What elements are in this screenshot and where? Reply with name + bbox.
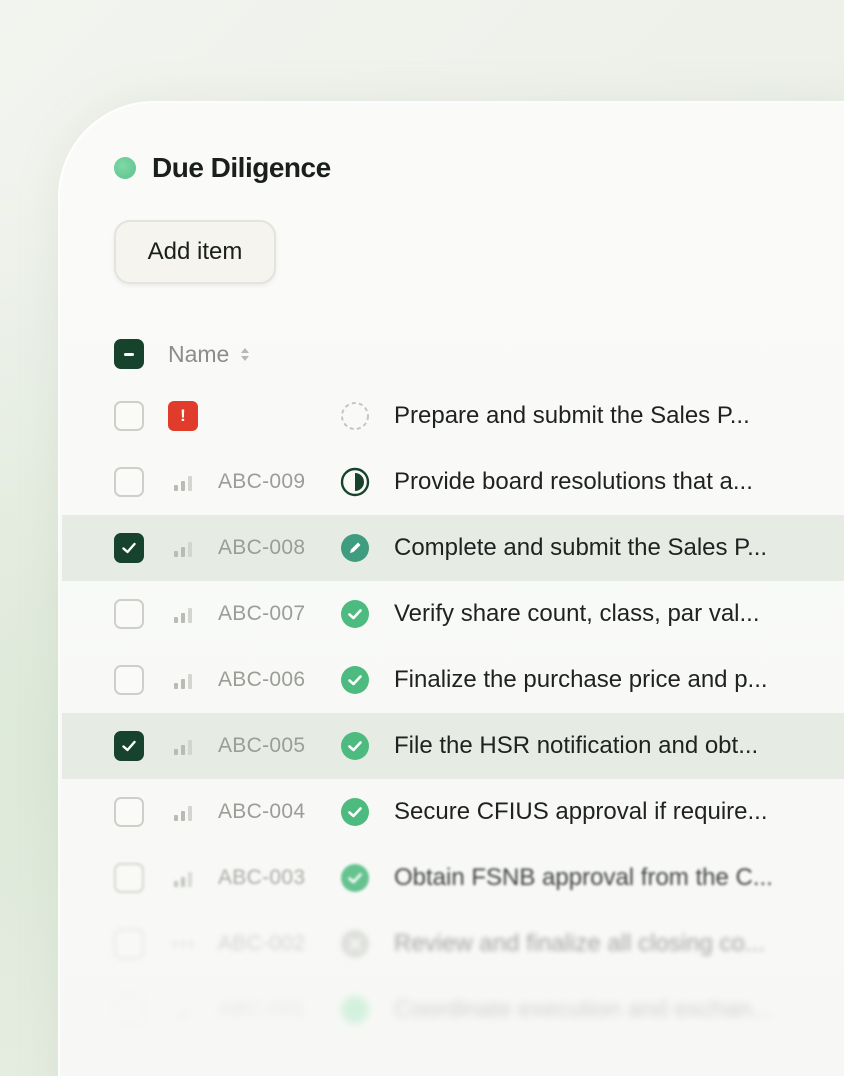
medium-priority-icon[interactable] <box>168 863 198 893</box>
row-checkbox[interactable] <box>114 467 144 497</box>
project-status-dot <box>114 157 136 179</box>
task-id: ABC-005 <box>218 734 306 757</box>
table-row[interactable]: ABC-002 Review and finalize all closing c… <box>62 911 844 977</box>
medium-priority-icon[interactable] <box>168 599 198 629</box>
table-row[interactable]: ABC-009 Provide board resolutions that a.… <box>62 449 844 515</box>
task-list: ! Prepare and submit the Sales P... ABC-00… <box>62 383 844 1043</box>
task-id: ABC-002 <box>218 932 306 955</box>
row-checkbox[interactable] <box>114 401 144 431</box>
task-id: ABC-006 <box>218 668 306 691</box>
urgent-glyph: ! <box>180 406 186 425</box>
done-status-icon[interactable] <box>340 599 370 629</box>
task-title[interactable]: Review and finalize all closing co... <box>394 930 765 958</box>
done-status-icon[interactable] <box>340 731 370 761</box>
table-row[interactable]: ABC-006 Finalize the purchase price and p… <box>62 647 844 713</box>
done-status-icon[interactable] <box>340 665 370 695</box>
task-id: ABC-003 <box>218 866 306 889</box>
table-row[interactable]: ABC-003 Obtain FSNB approval from the C..… <box>62 845 844 911</box>
table-row[interactable]: ABC-008 Complete and submit the Sales P..… <box>62 515 844 581</box>
low-priority-icon[interactable] <box>168 995 198 1025</box>
task-title[interactable]: Provide board resolutions that a... <box>394 468 753 496</box>
row-checkbox[interactable] <box>114 929 144 959</box>
task-title[interactable]: File the HSR notification and obt... <box>394 732 758 760</box>
done-green-status-icon[interactable] <box>340 995 370 1025</box>
medium-priority-icon[interactable] <box>168 533 198 563</box>
row-checkbox[interactable] <box>114 995 144 1025</box>
table-header: Name <box>114 338 250 370</box>
task-title[interactable]: Finalize the purchase price and p... <box>394 666 768 694</box>
task-id: ABC-009 <box>218 470 306 493</box>
task-title[interactable]: Verify share count, class, par val... <box>394 600 760 628</box>
select-all-checkbox[interactable] <box>114 339 144 369</box>
table-row[interactable]: ! Prepare and submit the Sales P... <box>62 383 844 449</box>
table-row[interactable]: ABC-007 Verify share count, class, par va… <box>62 581 844 647</box>
task-title[interactable]: Coordinate execution and exchan... <box>394 996 772 1024</box>
in-review-status-icon[interactable] <box>340 533 370 563</box>
task-title[interactable]: Secure CFIUS approval if require... <box>394 798 768 826</box>
medium-priority-icon[interactable] <box>168 797 198 827</box>
add-item-button[interactable]: Add item <box>114 220 276 284</box>
task-id: ABC-007 <box>218 602 306 625</box>
task-title[interactable]: Prepare and submit the Sales P... <box>394 402 750 430</box>
task-id: ABC-008 <box>218 536 306 559</box>
no-priority-icon[interactable] <box>168 929 198 959</box>
row-checkbox[interactable] <box>114 599 144 629</box>
task-title[interactable]: Obtain FSNB approval from the C... <box>394 864 773 892</box>
task-id: ABC-001 <box>218 998 306 1021</box>
sort-icon[interactable] <box>241 347 250 361</box>
task-title[interactable]: Complete and submit the Sales P... <box>394 534 767 562</box>
row-checkbox[interactable] <box>114 863 144 893</box>
project-title: Due Diligence <box>152 152 331 183</box>
todo-status-icon[interactable] <box>340 401 370 431</box>
table-row[interactable]: ABC-005 File the HSR notification and obt… <box>62 713 844 779</box>
project-header: Due Diligence <box>114 150 331 186</box>
urgent-priority-icon[interactable]: ! <box>168 401 198 431</box>
row-checkbox[interactable] <box>114 797 144 827</box>
done-status-icon[interactable] <box>340 863 370 893</box>
medium-priority-icon[interactable] <box>168 731 198 761</box>
in-progress-status-icon[interactable] <box>340 467 370 497</box>
medium-priority-icon[interactable] <box>168 665 198 695</box>
column-header-name[interactable]: Name <box>168 341 229 368</box>
row-checkbox[interactable] <box>114 731 144 761</box>
canceled-status-icon[interactable] <box>340 929 370 959</box>
row-checkbox[interactable] <box>114 533 144 563</box>
table-row[interactable]: ABC-004 Secure CFIUS approval if require.… <box>62 779 844 845</box>
table-row[interactable]: ABC-001 Coordinate execution and exchan..… <box>62 977 844 1043</box>
task-id: ABC-004 <box>218 800 306 823</box>
medium-priority-icon[interactable] <box>168 467 198 497</box>
row-checkbox[interactable] <box>114 665 144 695</box>
done-status-icon[interactable] <box>340 797 370 827</box>
